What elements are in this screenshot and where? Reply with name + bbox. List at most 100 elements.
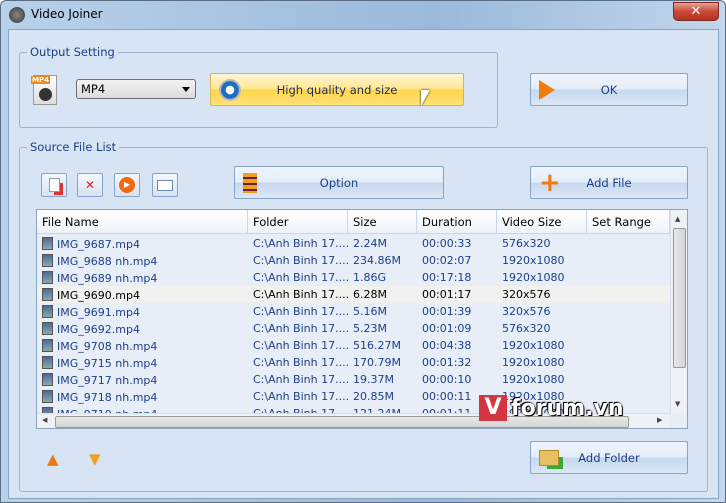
table-row[interactable]: IMG_9689 nh.mp4 C:\Anh Binh 17.... 1.86G 00… [37,269,670,286]
cell-name: IMG_9690.mp4 [37,286,248,303]
video-file-icon [42,254,53,267]
vertical-scrollbar[interactable]: ▲ ▼ [670,210,687,413]
cell-name: IMG_9691.mp4 [37,303,248,320]
play-icon: ▶ [119,177,135,193]
arrow-right-icon [539,79,555,100]
chevron-down-icon [182,87,190,92]
move-up-button[interactable]: ▲ [47,450,63,468]
cell-range [587,235,670,252]
cell-size: 234.86M [353,254,401,267]
column-header[interactable]: File Name [37,210,248,233]
cell-duration: 00:01:17 [422,288,472,301]
video-file-icon [42,288,53,301]
column-header[interactable]: Folder [248,210,348,233]
window: Video Joiner ✕ Output Setting MP4 MP4 Hi… [0,0,726,503]
cell-name: IMG_9708 nh.mp4 [37,337,248,354]
cell-video: 576x320 [502,237,551,250]
properties-icon [157,179,173,191]
add-folder-button[interactable]: Add Folder [530,441,688,474]
cell-duration: 00:01:32 [422,356,472,369]
ok-button[interactable]: OK [530,73,688,106]
video-file-icon [42,373,53,386]
cell-name: IMG_9692.mp4 [37,320,248,337]
table-row[interactable]: IMG_9708 nh.mp4 C:\Anh Binh 17.... 516.27M… [37,337,670,354]
cell-video: 1920x1080 [502,339,565,352]
cell-video: 320x576 [502,288,551,301]
video-file-icon [42,271,53,284]
move-down-button[interactable]: ▼ [89,450,105,468]
remove-file-button[interactable] [41,173,67,197]
table-row[interactable]: IMG_9715 nh.mp4 C:\Anh Binh 17.... 170.79M… [37,354,670,371]
properties-button[interactable] [152,173,178,197]
cell-video: 1920x1080 [502,254,565,267]
table-row[interactable]: IMG_9687.mp4 C:\Anh Binh 17.... 2.24M 00:00… [37,235,670,252]
video-file-icon [42,339,53,352]
cell-name: IMG_9687.mp4 [37,235,248,252]
delete-file-button[interactable]: ✕ [77,173,103,197]
cell-video: 320x576 [502,305,551,318]
cell-folder: C:\Anh Binh 17.... [253,288,348,301]
table-row[interactable]: IMG_9692.mp4 C:\Anh Binh 17.... 5.23M 00:01… [37,320,670,337]
play-button[interactable]: ▶ [114,173,140,197]
cell-duration: 00:01:39 [422,305,472,318]
column-header[interactable]: Size [348,210,417,233]
plus-icon: + [539,167,561,198]
cell-size: 5.16M [353,305,387,318]
option-button[interactable]: Option [234,166,444,199]
format-select[interactable]: MP4 [76,79,196,99]
cell-size: 6.28M [353,288,387,301]
watermark-logo: Vforum.vn [479,395,623,421]
cell-folder: C:\Anh Binh 17.... [253,254,348,267]
delete-file-icon: ✕ [84,178,96,192]
film-reel-icon [9,7,25,23]
column-header[interactable]: Video Size [497,210,587,233]
table-row[interactable]: IMG_9690.mp4 C:\Anh Binh 17.... 6.28M 00:01… [37,286,670,303]
source-file-list-label: Source File List [27,140,120,154]
cell-size: 20.85M [353,390,394,403]
arrow-up-icon: ▲ [47,450,59,468]
table-row[interactable]: IMG_9717 nh.mp4 C:\Anh Binh 17.... 19.37M 0… [37,371,670,388]
column-header[interactable]: Duration [417,210,497,233]
window-title: Video Joiner [31,7,103,21]
cell-video: 576x320 [502,322,551,335]
video-file-icon [42,356,53,369]
cell-range [587,337,670,354]
table-row[interactable]: IMG_9688 nh.mp4 C:\Anh Binh 17.... 234.86M… [37,252,670,269]
cell-video: 1920x1080 [502,373,565,386]
cell-name: IMG_9688 nh.mp4 [37,252,248,269]
cell-name: IMG_9715 nh.mp4 [37,354,248,371]
cell-size: 19.37M [353,373,394,386]
add-file-button[interactable]: + Add File [530,166,688,199]
cell-name: IMG_9718 nh.mp4 [37,388,248,405]
folder-add-icon [539,449,559,466]
cell-video: 1920x1080 [502,356,565,369]
cell-range [587,354,670,371]
table-row[interactable]: IMG_9691.mp4 C:\Anh Binh 17.... 5.16M 00:01… [37,303,670,320]
cell-video: 1920x1080 [502,271,565,284]
cell-name: IMG_9717 nh.mp4 [37,371,248,388]
output-setting-label: Output Setting [27,45,118,59]
cell-range [587,303,670,320]
cell-duration: 00:04:38 [422,339,472,352]
cell-range [587,252,670,269]
arrow-down-icon: ▼ [89,450,101,468]
close-button[interactable]: ✕ [673,2,719,21]
video-file-icon [42,322,53,335]
film-scissors-icon [243,172,257,193]
cell-range [587,320,670,337]
cell-duration: 00:01:09 [422,322,472,335]
cell-range [587,371,670,388]
cell-folder: C:\Anh Binh 17.... [253,373,348,386]
video-file-icon [42,237,53,250]
cell-folder: C:\Anh Binh 17.... [253,322,348,335]
cell-folder: C:\Anh Binh 17.... [253,356,348,369]
cell-size: 2.24M [353,237,387,250]
cell-duration: 00:17:18 [422,271,472,284]
cell-range [587,269,670,286]
cell-duration: 00:00:10 [422,373,472,386]
video-file-icon [42,390,53,403]
cell-folder: C:\Anh Binh 17.... [253,390,348,403]
column-header[interactable]: Set Range [587,210,670,233]
cell-size: 516.27M [353,339,401,352]
scrollbar-thumb[interactable] [673,228,686,368]
